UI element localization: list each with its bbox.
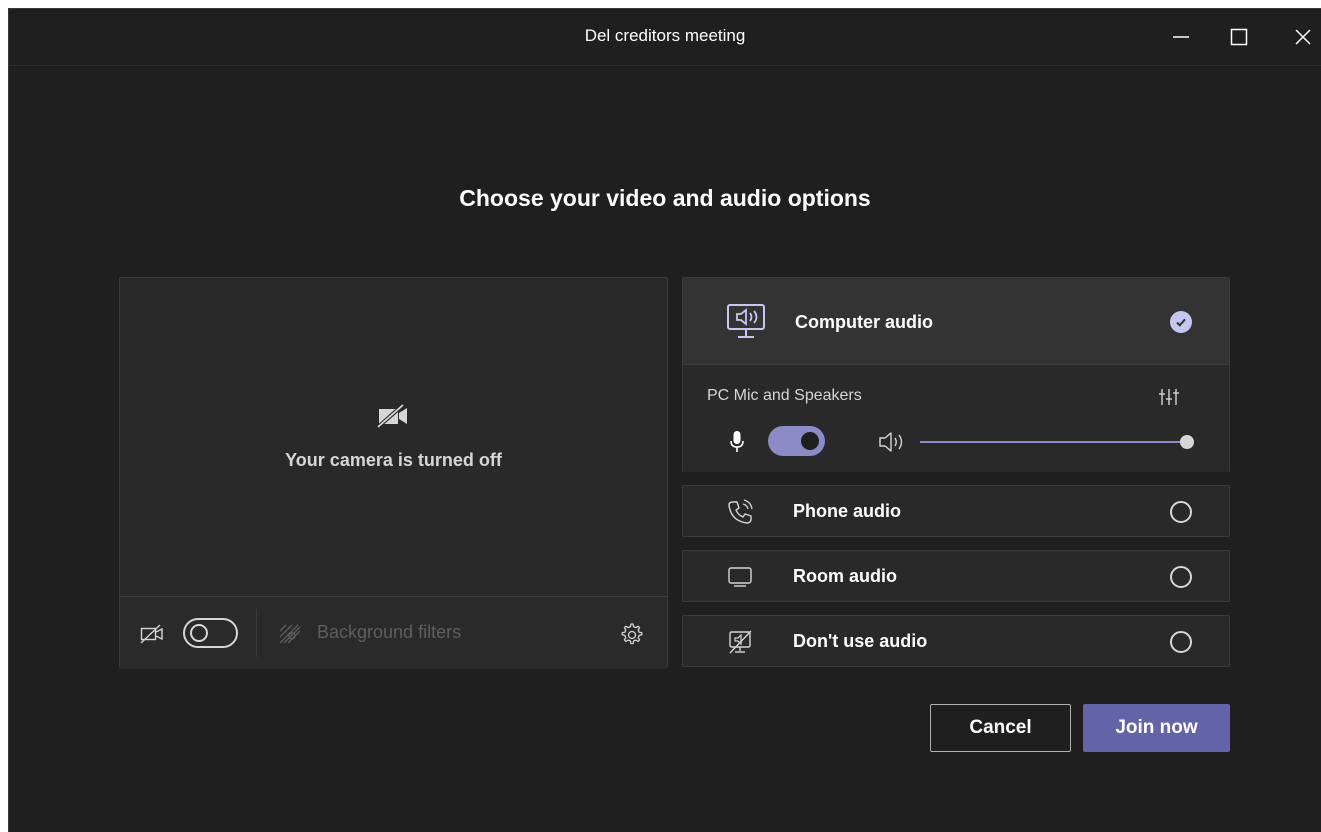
- title-bar: Del creditors meeting: [9, 9, 1321, 66]
- computer-audio-settings: PC Mic and Speakers: [683, 365, 1229, 472]
- speaker-icon: [879, 432, 903, 452]
- audio-option-phone[interactable]: Phone audio: [682, 485, 1230, 537]
- divider: [256, 609, 257, 657]
- computer-audio-label: Computer audio: [795, 312, 933, 332]
- phone-audio-radio[interactable]: [1170, 501, 1192, 523]
- camera-off-icon: [376, 403, 407, 429]
- audio-option-computer[interactable]: Computer audio PC Mic and Speakers: [682, 277, 1230, 472]
- no-audio-icon: [729, 630, 752, 654]
- minimize-button[interactable]: [1161, 17, 1201, 57]
- audio-option-room[interactable]: Room audio: [682, 550, 1230, 602]
- no-audio-radio[interactable]: [1170, 631, 1192, 653]
- maximize-icon: [1230, 28, 1248, 46]
- room-audio-radio[interactable]: [1170, 566, 1192, 588]
- minimize-icon: [1173, 36, 1189, 38]
- camera-off-icon: [140, 624, 163, 644]
- toggle-knob: [801, 432, 819, 450]
- microphone-toggle[interactable]: [768, 426, 825, 456]
- meeting-window: Del creditors meeting Choose your video …: [8, 8, 1321, 832]
- room-audio-label: Room audio: [793, 566, 897, 586]
- video-preview: Your camera is turned off: [120, 278, 667, 596]
- maximize-button[interactable]: [1219, 17, 1259, 57]
- toggle-knob: [190, 624, 208, 642]
- cancel-button[interactable]: Cancel: [930, 704, 1071, 752]
- computer-speaker-icon: [727, 304, 765, 338]
- page-title: Choose your video and audio options: [459, 185, 871, 211]
- no-audio-label: Don't use audio: [793, 631, 928, 651]
- video-panel: Your camera is turned off Background fil…: [119, 277, 668, 669]
- volume-slider[interactable]: [920, 441, 1187, 443]
- phone-audio-label: Phone audio: [793, 501, 901, 521]
- background-filters-icon: [279, 624, 301, 644]
- microphone-icon: [730, 431, 744, 452]
- audio-device-label: PC Mic and Speakers: [707, 387, 862, 404]
- camera-toggle[interactable]: [183, 618, 238, 648]
- camera-status-text: Your camera is turned off: [285, 450, 502, 470]
- selected-check-icon: [1170, 311, 1192, 333]
- video-controls: Background filters: [120, 596, 667, 669]
- close-button[interactable]: [1283, 17, 1321, 57]
- window-title: Del creditors meeting: [584, 26, 746, 45]
- volume-slider-thumb[interactable]: [1180, 435, 1194, 449]
- gear-icon[interactable]: [618, 621, 644, 647]
- audio-option-none[interactable]: Don't use audio: [682, 615, 1230, 667]
- monitor-icon: [728, 567, 752, 587]
- close-icon: [1295, 29, 1311, 45]
- background-filters-button[interactable]: Background filters: [317, 622, 461, 643]
- device-settings-icon[interactable]: [1158, 387, 1180, 407]
- computer-audio-header[interactable]: Computer audio: [683, 278, 1229, 365]
- phone-icon: [728, 499, 753, 524]
- join-now-button[interactable]: Join now: [1083, 704, 1230, 752]
